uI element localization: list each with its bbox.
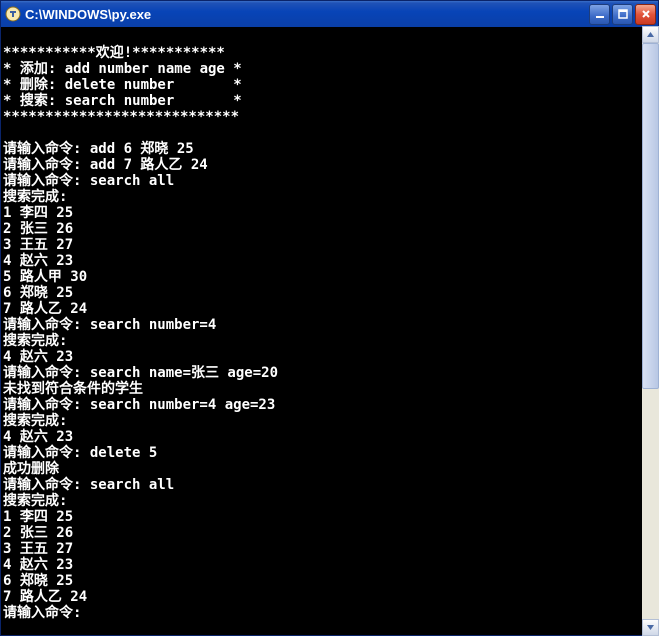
console-line: 请输入命令: add 7 路人乙 24: [1, 157, 658, 173]
console-line: 搜索完成:: [1, 493, 658, 509]
console-line: 4 赵六 23: [1, 429, 658, 445]
console-line: 请输入命令: delete 5: [1, 445, 658, 461]
console-line: 未找到符合条件的学生: [1, 381, 658, 397]
console-line: 请输入命令: search all: [1, 173, 658, 189]
console-line: 请输入命令: search number=4 age=23: [1, 397, 658, 413]
console-line: 请输入命令: search number=4: [1, 317, 658, 333]
console-line: [1, 29, 658, 45]
title-bar[interactable]: C:\WINDOWS\py.exe: [1, 1, 658, 27]
scroll-thumb[interactable]: [642, 43, 659, 389]
console-line: 1 李四 25: [1, 509, 658, 525]
console-line: 3 王五 27: [1, 237, 658, 253]
console-line: 请输入命令: search name=张三 age=20: [1, 365, 658, 381]
console-line: 5 路人甲 30: [1, 269, 658, 285]
console-line: 2 张三 26: [1, 221, 658, 237]
console-line: 请输入命令: search all: [1, 477, 658, 493]
console-output[interactable]: ***********欢迎!************ 添加: add numbe…: [1, 27, 658, 635]
console-line: 2 张三 26: [1, 525, 658, 541]
console-line: 6 郑晓 25: [1, 573, 658, 589]
console-line: [1, 125, 658, 141]
console-line: 1 李四 25: [1, 205, 658, 221]
scroll-down-button[interactable]: [642, 619, 659, 636]
console-line: * 搜索: search number *: [1, 93, 658, 109]
console-line: ***********欢迎!***********: [1, 45, 658, 61]
console-line: 7 路人乙 24: [1, 301, 658, 317]
console-line: 搜索完成:: [1, 333, 658, 349]
console-line: 6 郑晓 25: [1, 285, 658, 301]
console-window: C:\WINDOWS\py.exe ***********欢迎!********…: [0, 0, 659, 636]
console-line: 请输入命令:: [1, 605, 658, 621]
console-line: 4 赵六 23: [1, 253, 658, 269]
console-line: 7 路人乙 24: [1, 589, 658, 605]
window-title: C:\WINDOWS\py.exe: [25, 7, 589, 22]
maximize-button[interactable]: [612, 4, 633, 25]
scroll-track[interactable]: [642, 43, 659, 619]
app-icon: [5, 6, 21, 22]
console-line: 请输入命令: add 6 郑晓 25: [1, 141, 658, 157]
console-line: 搜索完成:: [1, 189, 658, 205]
window-buttons: [589, 4, 656, 25]
console-line: 搜索完成:: [1, 413, 658, 429]
console-line: 3 王五 27: [1, 541, 658, 557]
scroll-up-button[interactable]: [642, 26, 659, 43]
console-line: 4 赵六 23: [1, 349, 658, 365]
close-button[interactable]: [635, 4, 656, 25]
console-line: 4 赵六 23: [1, 557, 658, 573]
console-line: 成功删除: [1, 461, 658, 477]
console-line: * 添加: add number name age *: [1, 61, 658, 77]
console-line: ****************************: [1, 109, 658, 125]
minimize-button[interactable]: [589, 4, 610, 25]
console-line: * 删除: delete number *: [1, 77, 658, 93]
vertical-scrollbar[interactable]: [642, 26, 659, 636]
